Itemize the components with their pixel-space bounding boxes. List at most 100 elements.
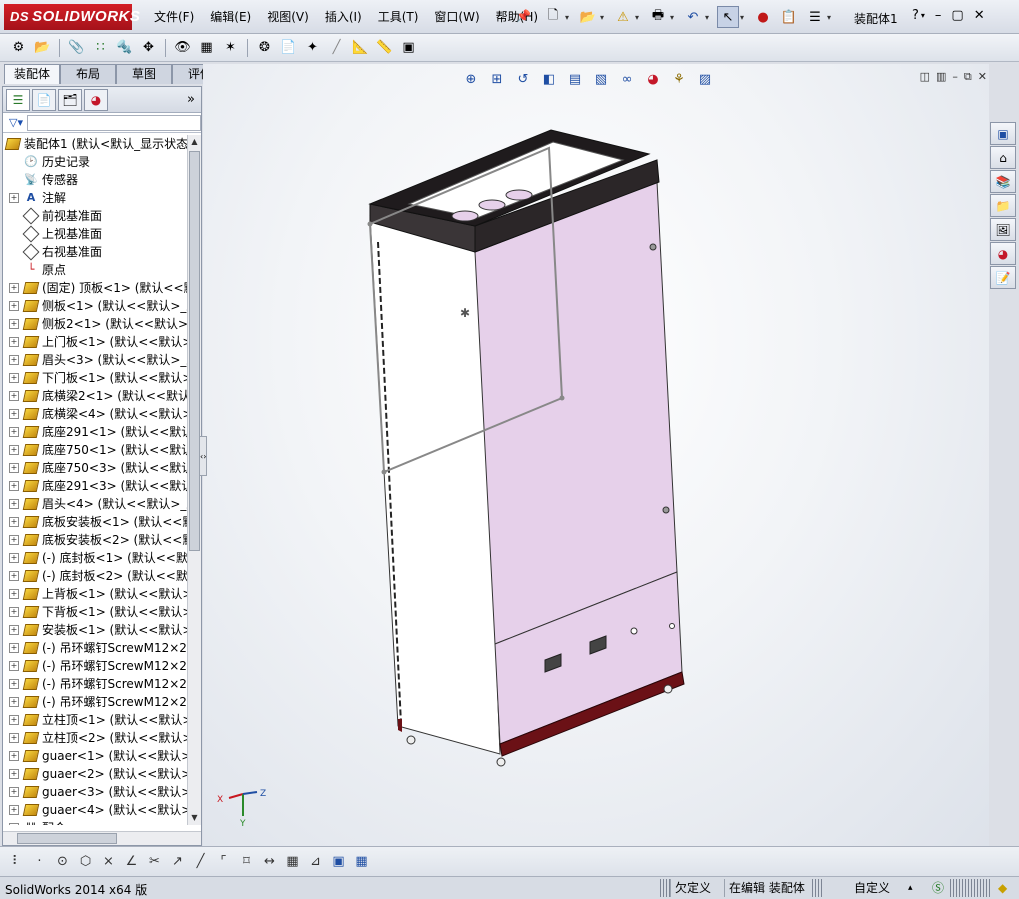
scrollbar-thumb[interactable] [17, 833, 117, 844]
traffic-light-icon[interactable]: ● [752, 6, 774, 28]
tree-item[interactable]: + 立柱顶<2> (默认<<默认>_ [3, 729, 189, 747]
new-part-icon[interactable]: 📂 [32, 37, 53, 58]
tree-item[interactable]: + 底座750<1> (默认<<默认> [3, 441, 189, 459]
tree-root-assembly[interactable]: 装配体1 (默认<默认_显示状态-1>) [3, 135, 189, 153]
tree-item[interactable]: + 安装板<1> (默认<<默认>_ [3, 621, 189, 639]
exploded-view-icon[interactable]: ✦ [302, 37, 323, 58]
help-status-icon[interactable]: Ⓢ [928, 879, 944, 897]
point-icon[interactable]: · [29, 852, 50, 872]
menu-view[interactable]: 视图(V) [259, 8, 317, 26]
scroll-up-icon[interactable]: ▲ [188, 135, 201, 149]
chevron-down-icon[interactable]: ▾ [600, 6, 608, 28]
tree-horizontal-scrollbar[interactable] [3, 831, 201, 845]
menu-tools[interactable]: 工具(T) [370, 8, 427, 26]
scrollbar-thumb[interactable] [189, 151, 200, 551]
tree-item[interactable]: + 立柱顶<1> (默认<<默认>_ [3, 711, 189, 729]
tree-item[interactable]: + 下门板<1> (默认<<默认>_ [3, 369, 189, 387]
minimize-icon[interactable]: – [935, 8, 942, 24]
tree-item[interactable]: + 底横梁2<1> (默认<<默认> [3, 387, 189, 405]
insert-component-icon[interactable]: ⚙ [8, 37, 29, 58]
expand-icon[interactable]: + [9, 445, 19, 455]
expand-icon[interactable]: + [9, 193, 19, 203]
solidworks-resources-icon[interactable]: ▣ [990, 122, 1016, 145]
expand-icon[interactable]: + [9, 787, 19, 797]
instant3d-icon[interactable]: ▣ [398, 37, 419, 58]
expand-icon[interactable]: + [9, 391, 19, 401]
expand-icon[interactable]: + [9, 769, 19, 779]
tree-item[interactable]: + 上背板<1> (默认<<默认>_ [3, 585, 189, 603]
open-folder-icon[interactable]: 📂 [577, 6, 599, 28]
bill-of-materials-icon[interactable]: 📄 [278, 37, 299, 58]
expand-icon[interactable]: + [9, 679, 19, 689]
show-hidden-icon[interactable]: 👁 [172, 37, 193, 58]
grid-icon[interactable]: ▦ [282, 852, 303, 872]
window-icon[interactable]: ▣ [328, 852, 349, 872]
menu-insert[interactable]: 插入(I) [317, 8, 370, 26]
move-component-icon[interactable]: ✥ [138, 37, 159, 58]
expand-icon[interactable]: + [9, 607, 19, 617]
expand-icon[interactable]: + [9, 751, 19, 761]
pin-icon[interactable]: 📌 [516, 9, 531, 23]
tree-item[interactable]: + (-) 底封板<2> (默认<<默认 [3, 567, 189, 585]
tree-vertical-scrollbar[interactable]: ▲ ▼ [187, 135, 201, 825]
options-icon[interactable]: ☰ [804, 6, 826, 28]
smart-fasteners-icon[interactable]: 🔩 [114, 37, 135, 58]
mate-icon[interactable]: 📎 [66, 37, 87, 58]
expand-icon[interactable]: + [9, 301, 19, 311]
chevron-up-icon[interactable]: ▴ [904, 879, 913, 897]
chevron-down-icon[interactable]: ▾ [740, 6, 748, 28]
tree-item[interactable]: 📡 传感器 [3, 171, 189, 189]
tree-item[interactable]: + guaer<1> (默认<<默认>_显 [3, 747, 189, 765]
expand-icon[interactable]: + [9, 283, 19, 293]
chevron-down-icon[interactable]: ▾ [827, 6, 835, 28]
expand-icon[interactable]: + [9, 715, 19, 725]
tree-item[interactable]: + guaer<3> (默认<<默认>_显 [3, 783, 189, 801]
design-library-icon[interactable]: 📚 [990, 170, 1016, 193]
expand-icon[interactable]: + [9, 643, 19, 653]
cut-icon[interactable]: ✂ [144, 852, 165, 872]
tree-item[interactable]: 前视基准面 [3, 207, 189, 225]
custom-properties-icon[interactable]: 📝 [990, 266, 1016, 289]
assembly-features-icon[interactable]: ▦ [196, 37, 217, 58]
tree-item[interactable]: + 底板安装板<2> (默认<<默 [3, 531, 189, 549]
extend-icon[interactable]: ↗ [167, 852, 188, 872]
expand-icon[interactable]: + [9, 373, 19, 383]
expand-icon[interactable]: + [9, 499, 19, 509]
tree-item[interactable]: + 眉头<4> (默认<<默认>_显 [3, 495, 189, 513]
chevron-down-icon[interactable]: ▾ [565, 6, 573, 28]
expand-icon[interactable]: + [9, 697, 19, 707]
expand-icon[interactable]: + [9, 319, 19, 329]
undo-icon[interactable]: ↶ [682, 6, 704, 28]
tree-item[interactable]: + guaer<4> (默认<<默认>_显 [3, 801, 189, 819]
upper-door-panel[interactable] [474, 181, 678, 645]
menu-window[interactable]: 窗口(W) [426, 8, 487, 26]
graphics-area[interactable]: ‹› ⊕ ⊞ ↺ ◧ ▤ ▧ ∞ ◕ ⚘ ▨ ◫ ▥ – ⧉ ✕ ✱ X Y Z [199, 64, 989, 846]
tab-sketch[interactable]: 草图 [116, 64, 172, 84]
display-manager-tab[interactable]: ◕ [84, 88, 108, 111]
tree-item[interactable]: 🕑 历史记录 [3, 153, 189, 171]
configuration-manager-tab[interactable]: 🗂 [58, 88, 82, 111]
expand-icon[interactable]: + [9, 337, 19, 347]
tag-icon[interactable]: ◆ [994, 879, 1007, 897]
tree-item[interactable]: + (-) 吊环螺钉ScrewM12×22[G [3, 657, 189, 675]
tab-assembly[interactable]: 装配体 [4, 64, 60, 84]
trim-icon[interactable]: ⨯ [98, 852, 119, 872]
chevron-down-icon[interactable]: ▾ [670, 6, 678, 28]
restore-icon[interactable]: ▢ [951, 8, 963, 24]
tree-item[interactable]: + 底横梁<4> (默认<<默认>_ [3, 405, 189, 423]
expand-icon[interactable]: + [9, 661, 19, 671]
expand-panel-icon[interactable]: » [187, 92, 195, 107]
chevron-down-icon[interactable]: ▾ [921, 8, 925, 24]
angle-line-icon[interactable]: ∠ [121, 852, 142, 872]
clearance-verification-icon[interactable]: 📏 [374, 37, 395, 58]
expand-icon[interactable]: + [9, 733, 19, 743]
new-motion-study-icon[interactable]: ❂ [254, 37, 275, 58]
expand-icon[interactable]: + [9, 553, 19, 563]
expand-icon[interactable]: + [9, 805, 19, 815]
rebuild-warning-icon[interactable]: ⚠ [612, 6, 634, 28]
explode-line-sketch-icon[interactable]: ╱ [326, 37, 347, 58]
tree-item[interactable]: 上视基准面 [3, 225, 189, 243]
table-icon[interactable]: ▦ [351, 852, 372, 872]
help-icon[interactable]: ? [912, 8, 919, 24]
tree-item[interactable]: + A 注解 [3, 189, 189, 207]
